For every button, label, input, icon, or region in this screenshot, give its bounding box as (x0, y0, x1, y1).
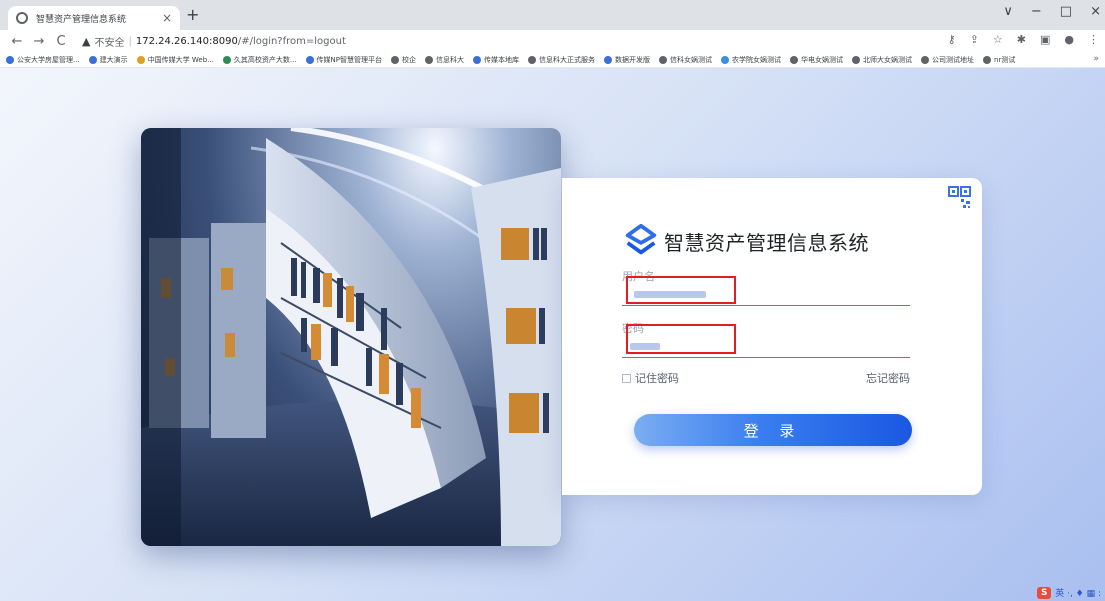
bookmarks-bar: 公安大学房屋管理... 建大演示 中国传媒大学 Web... 久其高校资产大数... 传… (0, 52, 1105, 68)
bookmark-label: 校企 (402, 55, 417, 64)
bookmark-favicon-icon (721, 55, 730, 64)
bookmark-label: 建大演示 (99, 55, 128, 64)
qr-code-login-icon[interactable] (948, 186, 972, 210)
insecure-label: 不安全 (94, 37, 125, 49)
page-viewport: 智慧资产管理信息系统 用户名 密码 记住密码 忘记密码 登 录 S 英 ·, ♦… (0, 68, 1105, 601)
bookmark-item[interactable]: 传媒本地库 (473, 55, 519, 65)
bookmark-favicon-icon (88, 55, 97, 64)
bookmark-item[interactable]: 农学院女娲测试 (721, 55, 781, 65)
bookmark-favicon-icon (222, 55, 231, 64)
bookmark-label: 信息科大 (436, 55, 465, 64)
extensions-icon[interactable]: ✱ (1017, 33, 1026, 46)
warning-icon[interactable]: ▲ (82, 35, 90, 48)
bookmark-label: 中国传媒大学 Web... (147, 55, 214, 64)
bookmark-item[interactable]: 传媒NP智慧管理平台 (305, 55, 383, 65)
key-icon[interactable]: ⚷ (948, 33, 956, 46)
site-favicon-icon (16, 12, 28, 24)
close-window-button[interactable]: × (1090, 4, 1101, 19)
bookmark-favicon-icon (391, 55, 400, 64)
toolbar-actions: ⚷ ⇪ ☆ ✱ ▣ ● ⋮ (948, 33, 1099, 46)
brand: 智慧资产管理信息系统 (622, 222, 869, 260)
password-highlight-box (626, 324, 736, 354)
address-bar[interactable]: ▲ 不安全 | 172.24.26.140:8090 /#/login?from… (82, 32, 346, 50)
bookmark-favicon-icon (6, 55, 14, 64)
forward-button[interactable]: → (30, 34, 48, 49)
restore-button[interactable]: □ (1060, 4, 1072, 19)
bookmark-item[interactable]: 久其高校资产大数... (222, 55, 297, 65)
bookmark-item[interactable]: 信科女娲测试 (659, 55, 712, 65)
minimize-button[interactable]: − (1031, 4, 1042, 19)
bookmark-label: 数据开发版 (615, 55, 651, 64)
bookmark-label: 北师大女娲测试 (863, 55, 913, 64)
remember-label: 记住密码 (635, 372, 679, 385)
bookmark-label: 公安大学房屋管理... (17, 55, 80, 64)
bookmark-label: 传媒本地库 (484, 55, 520, 64)
bookmark-label: 久其高校资产大数... (233, 55, 297, 64)
bookmark-item[interactable]: nr测试 (983, 55, 1015, 65)
bookmark-favicon-icon (305, 55, 314, 64)
bookmark-favicon-icon (604, 55, 613, 64)
bookmark-label: 信息科大正式服务 (539, 55, 596, 64)
ime-status[interactable]: 英 ·, ♦ ▦ : (1055, 586, 1101, 599)
bookmark-label: 华电女娲测试 (801, 55, 844, 64)
address-separator: | (128, 35, 132, 47)
bookmark-favicon-icon (425, 55, 434, 64)
bookmark-label: nr测试 (994, 55, 1016, 64)
login-options: 记住密码 忘记密码 (622, 370, 910, 386)
ime-toolbar: S 英 ·, ♦ ▦ : (1037, 586, 1101, 599)
bookmark-favicon-icon (473, 55, 482, 64)
bookmark-label: 信科女娲测试 (670, 55, 713, 64)
bookmark-item[interactable]: 信息科大正式服务 (528, 55, 595, 65)
bookmark-favicon-icon (136, 55, 145, 64)
bookmark-favicon-icon (852, 55, 861, 64)
reload-button[interactable]: C (52, 34, 70, 49)
profile-icon[interactable]: ● (1064, 33, 1074, 46)
tab-title: 智慧资产管理信息系统 (36, 14, 127, 25)
bookmark-item[interactable]: 信息科大 (425, 55, 464, 65)
browser-tab-strip: 智慧资产管理信息系统 × + ∨ − □ × (0, 0, 1105, 30)
login-button[interactable]: 登 录 (634, 414, 912, 446)
bookmark-item[interactable]: 中国传媒大学 Web... (136, 55, 214, 65)
address-path: /#/login?from=logout (237, 35, 346, 47)
login-card: 智慧资产管理信息系统 用户名 密码 记住密码 忘记密码 登 录 (562, 178, 982, 495)
bookmark-label: 公司测试地址 (932, 55, 975, 64)
tab-close-icon[interactable]: × (162, 11, 172, 25)
system-logo-icon (625, 223, 657, 255)
tab-search-icon[interactable]: ∨ (1003, 4, 1013, 19)
window-controls: ∨ − □ × (1003, 4, 1101, 19)
back-button[interactable]: ← (8, 34, 26, 49)
username-highlight-box (626, 276, 736, 304)
menu-icon[interactable]: ⋮ (1088, 33, 1099, 46)
new-tab-button[interactable]: + (186, 6, 199, 24)
browser-tab[interactable]: 智慧资产管理信息系统 × (8, 6, 180, 30)
bookmark-item[interactable]: 公司测试地址 (921, 55, 974, 65)
sidebar-icon[interactable]: ▣ (1040, 33, 1050, 46)
bookmark-item[interactable]: 公安大学房屋管理... (6, 55, 80, 65)
library-hero-image (141, 128, 561, 546)
system-title: 智慧资产管理信息系统 (664, 230, 869, 255)
forgot-password-link[interactable]: 忘记密码 (866, 370, 910, 386)
bookmark-favicon-icon (983, 55, 992, 64)
bookmark-item[interactable]: 数据开发版 (604, 55, 650, 65)
bookmark-favicon-icon (921, 55, 930, 64)
address-host: 172.24.26.140:8090 (135, 35, 238, 47)
bookmark-item[interactable]: 北师大女娲测试 (852, 55, 912, 65)
star-icon[interactable]: ☆ (993, 33, 1003, 46)
bookmark-item[interactable]: 华电女娲测试 (790, 55, 843, 65)
bookmarks-overflow-button[interactable]: » (1093, 54, 1099, 64)
bookmark-favicon-icon (659, 55, 668, 64)
remember-password[interactable]: 记住密码 (622, 370, 679, 386)
ime-logo-icon[interactable]: S (1037, 586, 1052, 599)
bookmark-item[interactable]: 建大演示 (88, 55, 128, 65)
share-icon[interactable]: ⇪ (970, 33, 979, 46)
bookmark-label: 农学院女娲测试 (732, 55, 782, 64)
remember-checkbox[interactable] (622, 373, 631, 383)
bookmark-favicon-icon (528, 55, 537, 64)
bookmark-favicon-icon (790, 55, 799, 64)
browser-toolbar: ← → C ▲ 不安全 | 172.24.26.140:8090 /#/logi… (0, 30, 1105, 52)
bookmark-label: 传媒NP智慧管理平台 (316, 55, 383, 64)
bookmark-item[interactable]: 校企 (391, 55, 416, 65)
